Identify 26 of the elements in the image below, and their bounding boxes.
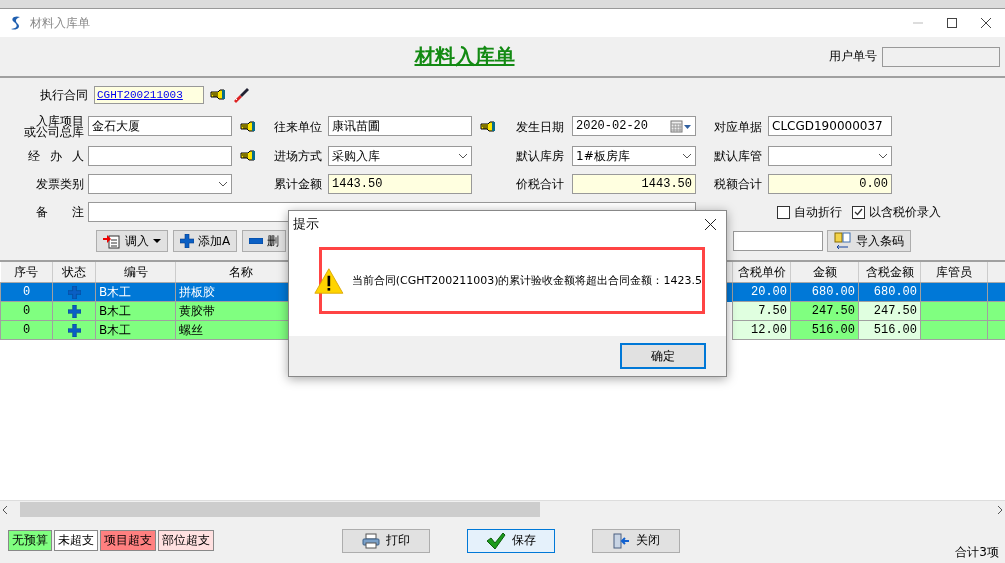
- dialog-title: 提示: [293, 215, 319, 233]
- legend-tag: 项目超支: [100, 530, 156, 551]
- form-title: 材料入库单: [413, 43, 516, 70]
- total-count: 合计3项: [955, 544, 1000, 561]
- window-title: 材料入库单: [30, 14, 90, 32]
- field-label: 默认库房: [515, 147, 565, 165]
- field-label: 对应单据: [713, 118, 763, 136]
- field-label: 经 办 人: [27, 147, 85, 165]
- legend-tag: 部位超支: [158, 530, 214, 551]
- field-label: 价税合计: [515, 175, 565, 193]
- field-label: 默认库管: [713, 147, 763, 165]
- field-label: 发生日期: [515, 118, 565, 136]
- legend-tag: 无预算: [8, 530, 52, 551]
- field-label: 发票类别: [35, 175, 85, 193]
- field-label: 或公司总库: [24, 127, 84, 138]
- field-label: 备 注: [35, 203, 85, 221]
- field-label: 入库项目: [36, 116, 84, 127]
- user-number-label: 用户单号: [829, 48, 877, 65]
- checkbox-label: 以含税价录入: [869, 203, 941, 221]
- field-label: 税额合计: [713, 175, 763, 193]
- field-label: 进场方式: [274, 147, 323, 165]
- legend-tag: 未超支: [54, 530, 98, 551]
- contract-label: 执行合同: [40, 86, 88, 104]
- field-label: 往来单位: [274, 118, 323, 136]
- field-label: 累计金额: [274, 175, 323, 193]
- checkbox-label: 自动折行: [794, 203, 842, 221]
